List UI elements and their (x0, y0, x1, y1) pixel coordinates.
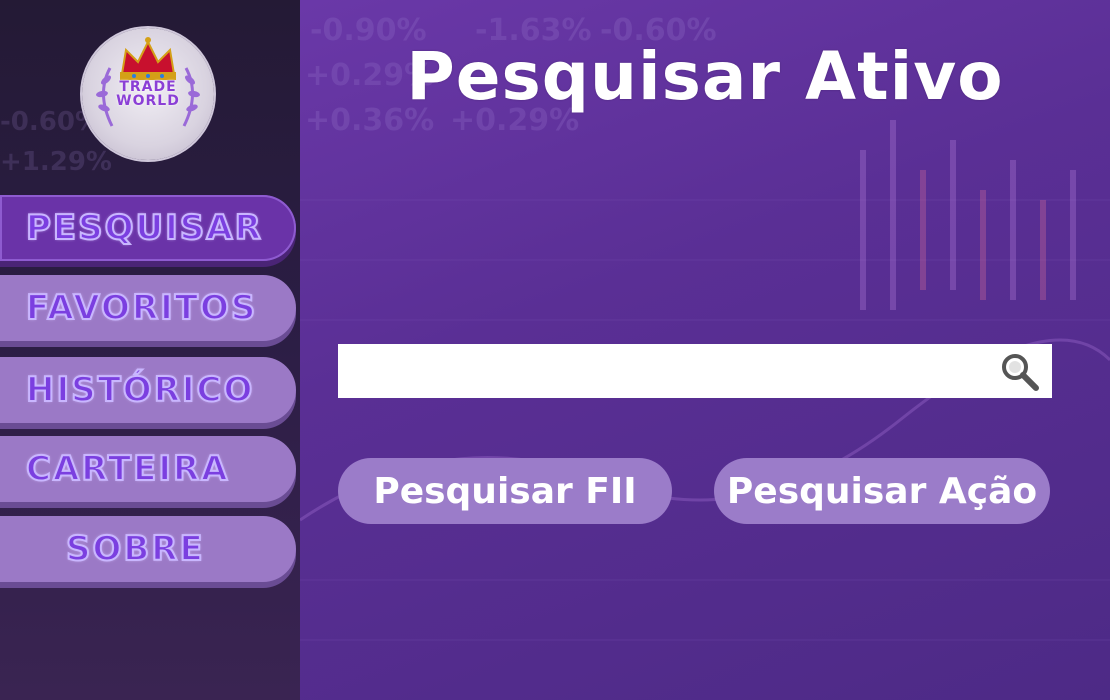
sidebar-item-carteira[interactable]: CARTEIRA (0, 436, 296, 502)
logo-line-2: WORLD (116, 93, 180, 109)
sidebar-item-sobre[interactable]: SOBRE (0, 516, 296, 582)
pesquisar-acao-button[interactable]: Pesquisar Ação (714, 458, 1050, 524)
pesquisar-fii-label: Pesquisar FII (373, 470, 637, 512)
pesquisar-fii-button[interactable]: Pesquisar FII (338, 458, 672, 524)
logo-text: TRADE WORLD (82, 80, 214, 108)
sidebar-item-label: CARTEIRA (25, 448, 230, 490)
sidebar: -0.60% +1.29% TRADE WORLD PESQUISAR FAVO… (0, 0, 300, 700)
pesquisar-acao-label: Pesquisar Ação (726, 470, 1038, 512)
sidebar-item-label: FAVORITOS (25, 287, 258, 329)
sidebar-item-label: HISTÓRICO (25, 369, 255, 411)
sidebar-item-label: PESQUISAR (25, 207, 263, 249)
search-icon[interactable] (998, 350, 1042, 394)
search-input[interactable] (338, 344, 988, 398)
search-bar (338, 344, 1052, 398)
trade-world-logo: TRADE WORLD (82, 28, 214, 160)
sidebar-item-historico[interactable]: HISTÓRICO (0, 357, 296, 423)
sidebar-item-label: SOBRE (65, 528, 205, 570)
sidebar-item-favoritos[interactable]: FAVORITOS (0, 275, 296, 341)
sidebar-item-pesquisar[interactable]: PESQUISAR (0, 195, 296, 261)
logo-line-1: TRADE (119, 79, 177, 95)
page-title: Pesquisar Ativo (406, 38, 1004, 115)
